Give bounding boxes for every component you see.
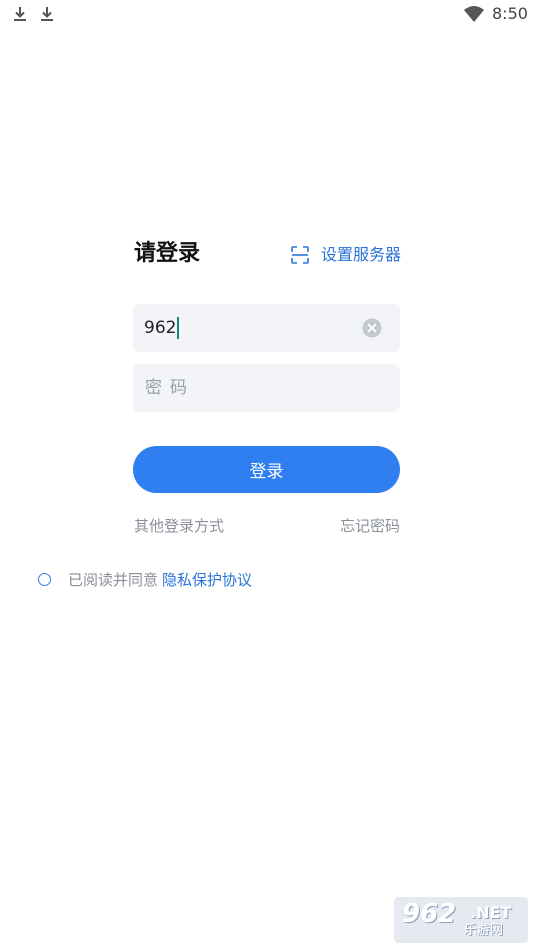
watermark-domain: .NET [470, 903, 512, 922]
scan-icon [291, 246, 309, 264]
account-value: 962 [144, 318, 177, 338]
wifi-icon [464, 6, 484, 22]
server-settings-label: 设置服务器 [321, 245, 402, 264]
forgot-password-link[interactable]: 忘记密码 [340, 516, 400, 536]
account-input[interactable]: 962 [144, 317, 180, 339]
login-button[interactable]: 登录 [133, 446, 400, 493]
agreement-text: 已阅读并同意 [68, 570, 159, 589]
account-field[interactable]: 962 [133, 304, 400, 352]
agreement-radio[interactable] [38, 572, 51, 586]
watermark-subtitle: 乐游网 [464, 923, 504, 938]
page-title: 请登录 [134, 241, 201, 266]
download-icon [14, 7, 26, 21]
clear-icon[interactable] [362, 318, 382, 338]
server-settings-link[interactable]: 设置服务器 [291, 244, 401, 266]
privacy-policy-link[interactable]: 隐私保护协议 [162, 569, 252, 590]
status-bar: 8:50 [0, 0, 534, 30]
download-icon [41, 7, 53, 21]
other-login-link[interactable]: 其他登录方式 [134, 516, 224, 536]
agreement-row: 已阅读并同意 隐私保护协议 [38, 569, 252, 589]
password-field[interactable]: 密码 [133, 364, 400, 412]
watermark-logo: 962 .NET 乐游网 [394, 897, 528, 943]
status-time: 8:50 [492, 4, 528, 23]
text-caret [177, 317, 180, 339]
password-placeholder: 密码 [145, 378, 195, 398]
watermark-number: 962 [402, 899, 457, 929]
